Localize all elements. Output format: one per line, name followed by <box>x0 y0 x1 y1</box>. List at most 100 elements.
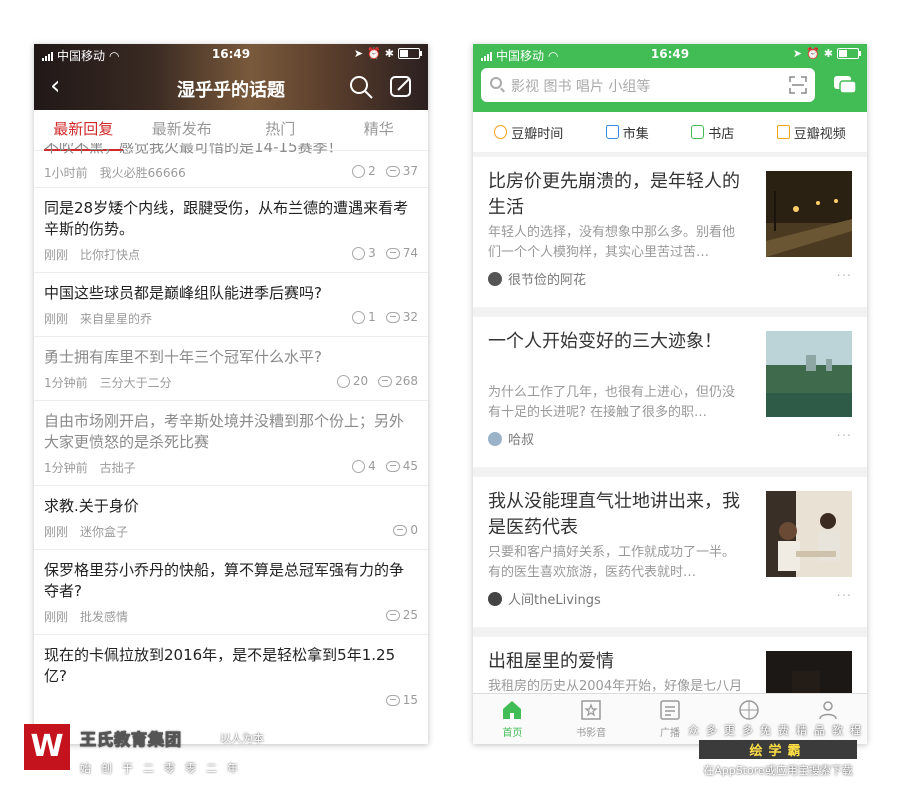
list-icon <box>660 700 680 720</box>
card-thumbnail <box>766 331 852 417</box>
comment-icon <box>393 524 408 536</box>
card-author: 哈叔 <box>508 433 535 448</box>
comment-icon <box>385 460 400 472</box>
status-bar: 中国移动 ◠ 16:49 ➤ ⏰ ✱ <box>34 44 428 64</box>
header: 中国移动 ◠ 16:49 ➤ ⏰ ✱ 影视 图书 唱片 小组等 <box>473 44 867 112</box>
battery-icon <box>837 48 861 59</box>
shortcut-bookstore[interactable]: 书店 <box>691 123 734 142</box>
like-count: 2 <box>368 164 376 178</box>
post-time: 1小时前 <box>44 166 88 180</box>
card-title: 我从没能理直气壮地讲出来，我是医药代表 <box>488 491 740 538</box>
location-icon: ➤ <box>353 47 364 60</box>
card-author: 人间theLivings <box>508 593 601 608</box>
bag-icon <box>605 125 619 139</box>
tab-home[interactable]: 首页 <box>473 694 552 744</box>
scan-icon[interactable] <box>789 76 807 94</box>
list-item[interactable]: 自由市场刚开启，考辛斯处境并没糟到那个份上；另外大家更愤怒的是杀死比赛 1分钟前… <box>34 401 428 486</box>
search-icon[interactable] <box>348 74 374 100</box>
post-time: 刚刚 <box>44 312 69 326</box>
avatar <box>488 591 502 606</box>
comment-count: 37 <box>402 164 418 178</box>
clock-icon <box>494 125 508 139</box>
like-count: 3 <box>368 246 376 260</box>
card-title: 出租屋里的爱情 <box>488 651 614 672</box>
card-desc: 年轻人的选择，没有想象中那么多。别看他们一个个人模狗样，其实心里苦过苦… <box>488 225 736 260</box>
post-time: 刚刚 <box>44 610 69 624</box>
post-author: 三分大于二分 <box>99 376 172 390</box>
more-icon[interactable]: ··· <box>837 589 852 604</box>
card-desc: 只要和客户搞好关系，工作就成功了一半。有的医生喜欢旅游，医药代表就时… <box>488 545 736 580</box>
list-item[interactable]: 保罗格里芬小乔丹的快船，算不算是总冠军强有力的争夺者? 刚刚 批发感情 25 <box>34 550 428 635</box>
shortcut-market[interactable]: 市集 <box>605 123 649 142</box>
card-author: 很节俭的阿花 <box>508 273 587 288</box>
comment-count: 15 <box>402 693 418 707</box>
card-title: 比房价更先崩溃的，是年轻人的生活 <box>488 171 740 218</box>
post-author: 古拙子 <box>99 461 136 475</box>
post-title: 同是28岁矮个内线，跟腱受伤，从布兰德的遭遇来看考辛斯的伤势。 <box>44 199 409 238</box>
post-time: 1分钟前 <box>44 461 88 475</box>
status-bar: 中国移动 ◠ 16:49 ➤ ⏰ ✱ <box>473 44 867 64</box>
feed-card[interactable]: 比房价更先崩溃的，是年轻人的生活 年轻人的选择，没有想象中那么多。别看他们一个个… <box>473 157 867 317</box>
watermark-founded: 始创于二零零二年 <box>80 762 248 775</box>
post-author: 批发感情 <box>80 610 129 624</box>
tab-media[interactable]: 书影音 <box>552 694 631 744</box>
comment-count: 32 <box>402 310 418 324</box>
post-title: 保罗格里芬小乔丹的快船，算不算是总冠军强有力的争夺者? <box>44 561 405 600</box>
like-count: 20 <box>352 374 369 388</box>
comment-icon <box>385 694 400 706</box>
comment-count: 0 <box>410 523 418 537</box>
watermark-brand: 绘学霸 <box>699 740 857 759</box>
list-item[interactable]: 求教.关于身价 刚刚 迷你盒子 0 <box>34 486 428 550</box>
card-thumbnail <box>766 171 852 257</box>
post-title: 不吹不黑，感觉我火最可惜的是14-15赛季！ <box>44 143 343 156</box>
search-input[interactable]: 影视 图书 唱片 小组等 <box>481 68 815 102</box>
search-placeholder: 影视 图书 唱片 小组等 <box>511 79 651 95</box>
like-count: 4 <box>368 459 376 473</box>
location-icon: ➤ <box>792 47 803 60</box>
shortcut-douban-video[interactable]: 豆瓣视频 <box>776 123 846 142</box>
shortcut-bar: 豆瓣时间 市集 书店 豆瓣视频 <box>473 112 867 158</box>
feed-card[interactable]: 一个人开始变好的三大迹象！ 为什么工作了几年，也很有上进心，但仍没有十足的长进呢… <box>473 317 867 477</box>
more-icon[interactable]: ··· <box>837 269 852 284</box>
card-title: 一个人开始变好的三大迹象！ <box>488 331 722 352</box>
like-icon <box>352 310 366 324</box>
post-time: 1分钟前 <box>44 376 88 390</box>
person-icon <box>818 701 837 720</box>
hupu-screen: 中国移动 ◠ 16:49 ➤ ⏰ ✱ ‹ 湿乎乎的话题 最新回复 最新发布 热门… <box>34 44 428 744</box>
like-count: 1 <box>368 310 376 324</box>
list-item[interactable]: 勇士拥有库里不到十年三个冠军什么水平? 1分钟前 三分大于二分 20 268 <box>34 337 428 401</box>
shortcut-douban-time[interactable]: 豆瓣时间 <box>494 123 563 142</box>
post-time: 刚刚 <box>44 248 69 262</box>
bluetooth-icon: ✱ <box>384 47 394 60</box>
post-title: 中国这些球员都是巅峰组队能进季后赛吗? <box>44 284 322 302</box>
post-title: 自由市场刚开启，考辛斯处境并没糟到那个份上；另外大家更愤怒的是杀死比赛 <box>44 412 405 451</box>
comment-count: 25 <box>402 608 418 622</box>
comment-icon <box>385 247 400 259</box>
chat-icon[interactable] <box>833 74 857 96</box>
comment-count: 74 <box>402 246 418 260</box>
like-icon <box>352 459 366 473</box>
comment-icon <box>385 311 400 323</box>
post-time: 刚刚 <box>44 525 69 539</box>
list-item[interactable]: 中国这些球员都是巅峰组队能进季后赛吗? 刚刚 来自星星的乔 1 32 <box>34 273 428 337</box>
like-icon <box>336 374 350 388</box>
list-item[interactable]: 不吹不黑，感觉我火最可惜的是14-15赛季！ 1小时前 我火必胜66666 2 37 <box>34 143 428 188</box>
list-item[interactable]: 同是28岁矮个内线，跟腱受伤，从布兰德的遭遇来看考辛斯的伤势。 刚刚 比你打快点 … <box>34 188 428 273</box>
alarm-icon: ⏰ <box>367 47 381 60</box>
list-item[interactable]: 现在的卡佩拉放到2016年，是不是轻松拿到5年1.25亿? 15 <box>34 635 428 713</box>
like-icon <box>352 164 366 178</box>
compose-icon[interactable] <box>388 74 414 100</box>
watermark-left: W 王氏教育集团 以人为本 始创于二零零二年 <box>24 724 284 784</box>
ball-icon <box>739 700 759 720</box>
alarm-icon: ⏰ <box>806 47 820 60</box>
book-icon <box>691 125 705 139</box>
play-icon <box>776 125 790 139</box>
home-icon <box>503 701 522 719</box>
comment-count: 45 <box>402 459 418 473</box>
post-list: 不吹不黑，感觉我火最可惜的是14-15赛季！ 1小时前 我火必胜66666 2 37… <box>34 143 428 719</box>
feed-card[interactable]: 我从没能理直气壮地讲出来，我是医药代表 只要和客户搞好关系，工作就成功了一半。有… <box>473 477 867 637</box>
header: 中国移动 ◠ 16:49 ➤ ⏰ ✱ ‹ 湿乎乎的话题 <box>34 44 428 110</box>
comment-icon <box>385 609 400 621</box>
bluetooth-icon: ✱ <box>823 47 833 60</box>
more-icon[interactable]: ··· <box>837 429 852 444</box>
